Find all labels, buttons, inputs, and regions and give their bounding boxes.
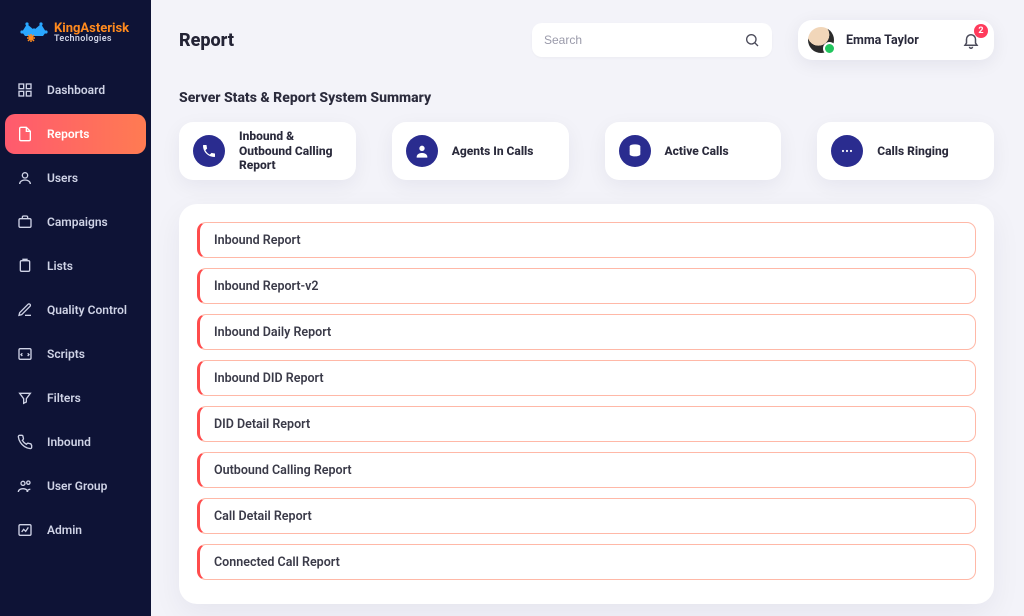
chart-icon bbox=[17, 522, 33, 538]
sidebar-item-user-group[interactable]: User Group bbox=[5, 466, 146, 506]
nav: Dashboard Reports Users Campaigns Lists … bbox=[0, 70, 151, 550]
sidebar-item-quality-control[interactable]: Quality Control bbox=[5, 290, 146, 330]
notification-badge: 2 bbox=[974, 24, 988, 38]
reports-panel: Inbound Report Inbound Report-v2 Inbound… bbox=[179, 204, 994, 604]
report-label: Connected Call Report bbox=[214, 555, 340, 570]
search-input[interactable] bbox=[544, 33, 744, 47]
sidebar-item-label: Lists bbox=[47, 259, 73, 273]
edit-icon bbox=[17, 302, 33, 318]
sidebar-item-users[interactable]: Users bbox=[5, 158, 146, 198]
card-calls-ringing[interactable]: Calls Ringing bbox=[817, 122, 994, 180]
sidebar-item-label: User Group bbox=[47, 479, 107, 493]
notifications-button[interactable]: 2 bbox=[962, 31, 980, 49]
phone-icon bbox=[193, 135, 225, 167]
crown-icon bbox=[20, 18, 48, 48]
sidebar-item-scripts[interactable]: Scripts bbox=[5, 334, 146, 374]
report-item-inbound-did[interactable]: Inbound DID Report bbox=[197, 360, 976, 396]
clipboard-icon bbox=[17, 258, 33, 274]
sidebar-item-lists[interactable]: Lists bbox=[5, 246, 146, 286]
brand-logo: KingAsterisk Technologies bbox=[0, 8, 151, 66]
sidebar-item-label: Filters bbox=[47, 391, 81, 405]
report-label: Call Detail Report bbox=[214, 509, 312, 524]
briefcase-icon bbox=[17, 214, 33, 230]
card-label: Active Calls bbox=[665, 144, 729, 158]
dots-icon bbox=[831, 135, 863, 167]
sidebar-item-reports[interactable]: Reports bbox=[5, 114, 146, 154]
sidebar-item-label: Quality Control bbox=[47, 303, 127, 317]
report-label: Inbound Daily Report bbox=[214, 325, 331, 340]
sidebar-item-dashboard[interactable]: Dashboard bbox=[5, 70, 146, 110]
sidebar-item-admin[interactable]: Admin bbox=[5, 510, 146, 550]
sidebar-item-filters[interactable]: Filters bbox=[5, 378, 146, 418]
card-agents-in-calls[interactable]: Agents In Calls bbox=[392, 122, 569, 180]
section-title: Server Stats & Report System Summary bbox=[179, 90, 994, 106]
filter-icon bbox=[17, 390, 33, 406]
report-label: DID Detail Report bbox=[214, 417, 310, 432]
report-label: Inbound Report bbox=[214, 233, 301, 248]
user-chip[interactable]: Emma Taylor 2 bbox=[798, 20, 994, 60]
topbar: Report Emma Taylor 2 bbox=[179, 20, 994, 60]
card-label: Agents In Calls bbox=[452, 144, 534, 158]
main: Report Emma Taylor 2 Server Stats & Repo… bbox=[151, 0, 1024, 616]
report-label: Inbound DID Report bbox=[214, 371, 324, 386]
sidebar-item-campaigns[interactable]: Campaigns bbox=[5, 202, 146, 242]
sidebar-item-label: Dashboard bbox=[47, 83, 105, 97]
user-name: Emma Taylor bbox=[846, 33, 919, 48]
report-item-inbound-v2[interactable]: Inbound Report-v2 bbox=[197, 268, 976, 304]
report-label: Inbound Report-v2 bbox=[214, 279, 319, 294]
search-icon bbox=[744, 32, 760, 48]
card-label: Calls Ringing bbox=[877, 144, 948, 158]
users-icon bbox=[17, 478, 33, 494]
card-active-calls[interactable]: Active Calls bbox=[605, 122, 782, 180]
database-icon bbox=[619, 135, 651, 167]
report-item-call-detail[interactable]: Call Detail Report bbox=[197, 498, 976, 534]
summary-cards: Inbound & Outbound Calling Report Agents… bbox=[179, 122, 994, 180]
card-inbound-outbound-report[interactable]: Inbound & Outbound Calling Report bbox=[179, 122, 356, 180]
file-icon bbox=[17, 126, 33, 142]
grid-icon bbox=[17, 82, 33, 98]
report-item-inbound[interactable]: Inbound Report bbox=[197, 222, 976, 258]
sidebar-item-label: Reports bbox=[47, 127, 89, 141]
sidebar-item-label: Scripts bbox=[47, 347, 85, 361]
report-item-inbound-daily[interactable]: Inbound Daily Report bbox=[197, 314, 976, 350]
sidebar: KingAsterisk Technologies Dashboard Repo… bbox=[0, 0, 151, 616]
report-item-outbound-calling[interactable]: Outbound Calling Report bbox=[197, 452, 976, 488]
card-label: Inbound & Outbound Calling Report bbox=[239, 129, 342, 172]
avatar bbox=[808, 27, 834, 53]
brand-subtitle: Technologies bbox=[54, 35, 129, 44]
phone-in-icon bbox=[17, 434, 33, 450]
sidebar-item-inbound[interactable]: Inbound bbox=[5, 422, 146, 462]
report-item-connected-call[interactable]: Connected Call Report bbox=[197, 544, 976, 580]
report-item-did-detail[interactable]: DID Detail Report bbox=[197, 406, 976, 442]
code-icon bbox=[17, 346, 33, 362]
user-icon bbox=[17, 170, 33, 186]
sidebar-item-label: Admin bbox=[47, 523, 82, 537]
sidebar-item-label: Users bbox=[47, 171, 78, 185]
page-title: Report bbox=[179, 30, 234, 51]
sidebar-item-label: Campaigns bbox=[47, 215, 108, 229]
agent-icon bbox=[406, 135, 438, 167]
sidebar-item-label: Inbound bbox=[47, 435, 91, 449]
report-label: Outbound Calling Report bbox=[214, 463, 352, 478]
search-box[interactable] bbox=[532, 23, 772, 57]
